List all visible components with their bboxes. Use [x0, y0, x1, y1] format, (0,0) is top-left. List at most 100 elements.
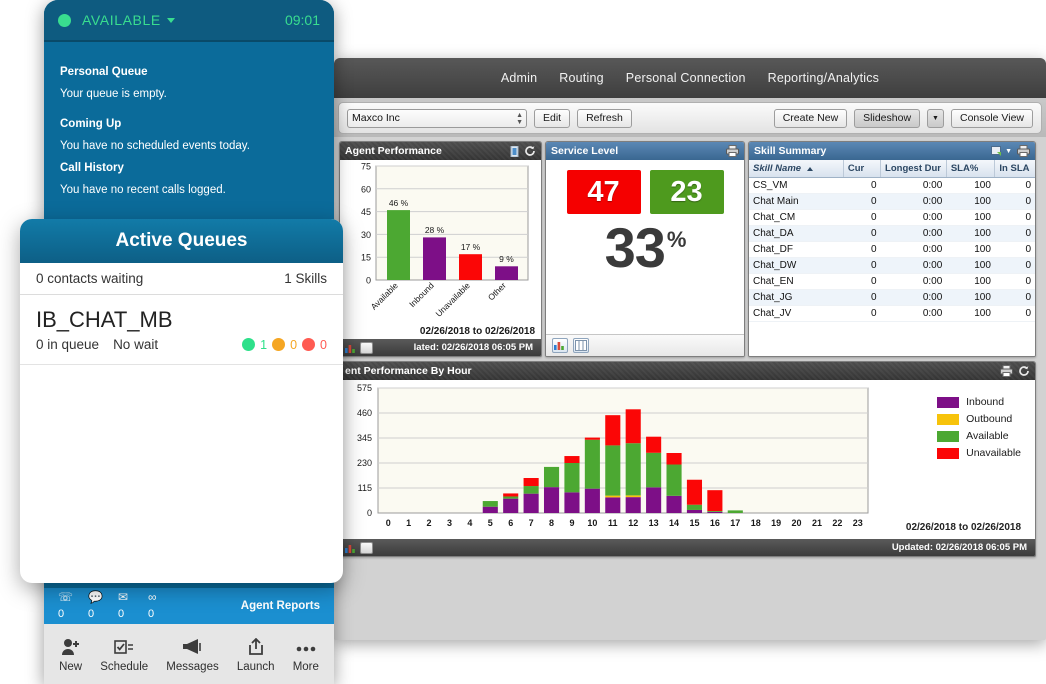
- tab-label: Launch: [237, 661, 275, 673]
- svg-text:19: 19: [771, 518, 781, 528]
- status-pill-unavailable: 0: [302, 338, 327, 352]
- cell-in-sla: 0: [995, 306, 1035, 322]
- cell-longest-dur: 0:00: [881, 178, 947, 194]
- table-view-icon[interactable]: [573, 338, 589, 353]
- agent-status-bar[interactable]: AVAILABLE 09:01: [44, 0, 334, 42]
- cell-cur: 0: [843, 258, 880, 274]
- cell-in-sla: 0: [995, 194, 1035, 210]
- refresh-button[interactable]: Refresh: [577, 109, 632, 128]
- bar-chart-icon[interactable]: [552, 338, 568, 353]
- svg-text:15: 15: [689, 518, 699, 528]
- stat-count: 0: [148, 608, 154, 620]
- refresh-icon[interactable]: [524, 145, 536, 157]
- column-header-in-sla[interactable]: In SLA: [995, 160, 1035, 178]
- column-header-skill-name[interactable]: Skill Name: [749, 160, 843, 178]
- svg-text:15: 15: [361, 253, 371, 263]
- panel-title: ent Performance By Hour: [345, 365, 472, 377]
- column-header-sla-pct[interactable]: SLA%: [946, 160, 995, 178]
- table-row[interactable]: Chat_EN00:001000: [749, 274, 1035, 290]
- slideshow-dropdown-button[interactable]: ▼: [927, 109, 944, 128]
- org-select-value: Maxco Inc: [352, 112, 400, 124]
- nav-item-routing[interactable]: Routing: [559, 71, 604, 85]
- svg-text:0: 0: [386, 518, 391, 528]
- queue-name: IB_CHAT_MB: [36, 307, 327, 333]
- table-row[interactable]: Chat_CM00:001000: [749, 210, 1035, 226]
- stepper-icon: ▲▼: [516, 112, 523, 126]
- nav-item-reporting-analytics[interactable]: Reporting/Analytics: [768, 71, 880, 85]
- table-row[interactable]: Chat Main00:001000: [749, 194, 1035, 210]
- table-row[interactable]: Chat_JG00:001000: [749, 290, 1035, 306]
- tab-launch[interactable]: Launch: [237, 636, 275, 673]
- nav-item-personal-connection[interactable]: Personal Connection: [626, 71, 746, 85]
- print-icon[interactable]: [1017, 145, 1030, 157]
- svg-text:16: 16: [710, 518, 720, 528]
- export-icon[interactable]: [510, 146, 519, 157]
- cell-longest-dur: 0:00: [881, 242, 947, 258]
- legend-item-available: Available: [937, 430, 1021, 442]
- column-header-cur[interactable]: Cur: [843, 160, 880, 178]
- tab-messages[interactable]: Messages: [166, 636, 218, 673]
- app-navbar: Admin Routing Personal Connection Report…: [334, 58, 1046, 98]
- table-row[interactable]: Chat_DW00:001000: [749, 258, 1035, 274]
- chevron-down-icon[interactable]: [167, 18, 175, 23]
- section-text-coming-up: You have no scheduled events today.: [60, 140, 318, 152]
- queue-list-item[interactable]: IB_CHAT_MB 0 in queue No wait 1 0 0: [20, 295, 343, 365]
- section-title-call-history: Call History: [60, 162, 318, 174]
- sort-ascending-icon: [807, 167, 813, 171]
- bar-chart-icon[interactable]: [344, 342, 356, 354]
- table-view-icon[interactable]: [360, 542, 373, 554]
- agent-reports-link[interactable]: Agent Reports: [241, 600, 320, 612]
- panel-header-icons: [510, 145, 536, 157]
- svg-text:1: 1: [406, 518, 411, 528]
- create-new-button[interactable]: Create New: [774, 109, 847, 128]
- nav-item-admin[interactable]: Admin: [501, 71, 537, 85]
- cell-cur: 0: [843, 178, 880, 194]
- table-row[interactable]: Chat_JV00:001000: [749, 306, 1035, 322]
- print-icon[interactable]: [726, 145, 739, 157]
- refresh-icon[interactable]: [1018, 365, 1030, 377]
- bar-chart-icon[interactable]: [344, 542, 356, 554]
- cell-longest-dur: 0:00: [881, 226, 947, 242]
- legend-item-unavailable: Unavailable: [937, 447, 1021, 459]
- tab-label: More: [293, 661, 319, 673]
- skill-summary-table-wrap[interactable]: Skill Name Cur Longest Dur SLA% In SLA C…: [749, 160, 1035, 356]
- legend-label: Inbound: [966, 396, 1004, 408]
- edit-button[interactable]: Edit: [534, 109, 570, 128]
- table-view-icon[interactable]: [360, 342, 373, 354]
- svg-text:17: 17: [730, 518, 740, 528]
- column-chooser-icon[interactable]: ▼: [991, 146, 1012, 157]
- panel-header-icons: [1000, 365, 1030, 377]
- print-icon[interactable]: [1000, 365, 1013, 377]
- statusbar-updated: Updated: 02/26/2018 06:05 PM: [892, 542, 1031, 553]
- table-row[interactable]: Chat_DF00:001000: [749, 242, 1035, 258]
- table-row[interactable]: CS_VM00:001000: [749, 178, 1035, 194]
- stat-count: 0: [88, 608, 94, 620]
- stat-chat[interactable]: 💬 0: [88, 591, 118, 622]
- stat-phone[interactable]: ☏ 0: [58, 591, 88, 622]
- status-count: 0: [320, 338, 327, 352]
- cell-cur: 0: [843, 274, 880, 290]
- tab-new[interactable]: New: [59, 636, 82, 673]
- stat-voicemail[interactable]: ∞ 0: [148, 591, 178, 622]
- tab-label: Schedule: [100, 661, 148, 673]
- table-row[interactable]: Chat_DA00:001000: [749, 226, 1035, 242]
- svg-text:9 %: 9 %: [499, 254, 514, 264]
- section-title-coming-up: Coming Up: [60, 118, 318, 130]
- slideshow-button[interactable]: Slideshow: [854, 109, 920, 128]
- tab-schedule[interactable]: Schedule: [100, 636, 148, 673]
- org-select[interactable]: Maxco Inc ▲▼: [347, 109, 527, 128]
- svg-text:20: 20: [792, 518, 802, 528]
- active-queues-title: Active Queues: [20, 219, 343, 263]
- hourly-chart-legend: Inbound Outbound Available Unavaila: [937, 396, 1021, 464]
- console-view-button[interactable]: Console View: [951, 109, 1033, 128]
- panel-title: Skill Summary: [754, 145, 826, 157]
- cell-cur: 0: [843, 306, 880, 322]
- tab-more[interactable]: More: [293, 636, 319, 673]
- cell-cur: 0: [843, 226, 880, 242]
- svg-text:Available: Available: [369, 280, 401, 312]
- column-header-longest-dur[interactable]: Longest Dur: [881, 160, 947, 178]
- add-user-icon: [61, 636, 81, 656]
- skill-summary-table: Skill Name Cur Longest Dur SLA% In SLA C…: [749, 160, 1035, 322]
- screenshot-root: Admin Routing Personal Connection Report…: [0, 0, 1046, 684]
- stat-email[interactable]: ✉ 0: [118, 591, 148, 622]
